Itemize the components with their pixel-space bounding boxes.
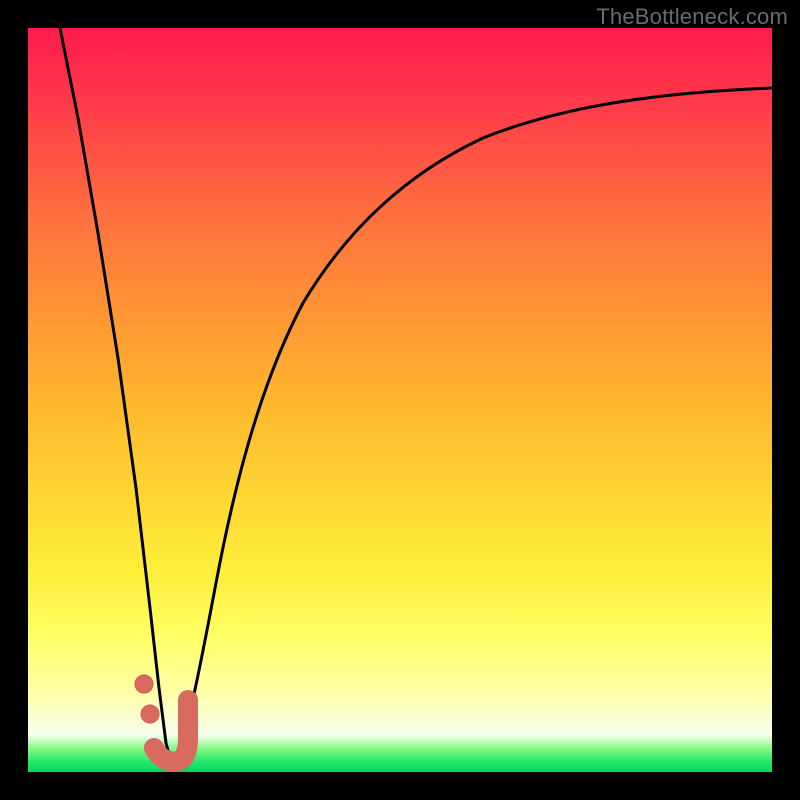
marker-dot-upper [135,675,153,693]
watermark-text: TheBottleneck.com [596,4,788,30]
marker-dot-lower [141,705,159,723]
marker-j-hook [154,700,188,761]
right-branch-curve [178,88,772,754]
outer-frame: TheBottleneck.com [0,0,800,800]
curve-layer [28,28,772,772]
left-branch-curve [58,18,170,758]
